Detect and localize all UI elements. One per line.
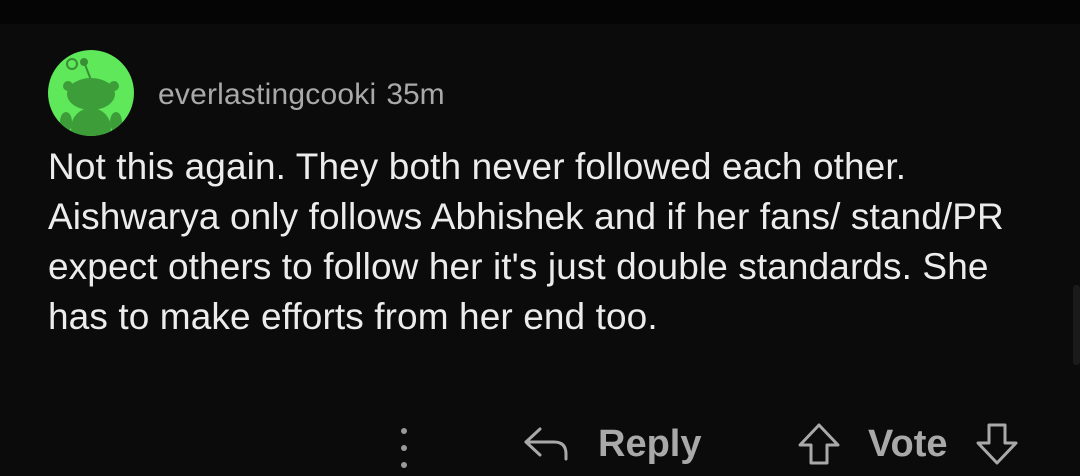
comment-body: Not this again. They both never followed… bbox=[48, 146, 1004, 337]
avatar[interactable] bbox=[48, 50, 134, 136]
snoo-avatar-icon bbox=[60, 58, 122, 136]
scrollbar[interactable] bbox=[1073, 285, 1080, 365]
more-options-button[interactable] bbox=[392, 428, 416, 468]
reply-button[interactable]: Reply bbox=[522, 420, 701, 468]
comment-card: everlastingcooki 35m Not this again. The… bbox=[0, 24, 1080, 476]
downvote-arrow-icon[interactable] bbox=[974, 421, 1020, 467]
comment-actions: Reply Vote bbox=[0, 414, 1080, 474]
ellipsis-dot bbox=[401, 462, 407, 468]
vote-group: Vote bbox=[796, 418, 1020, 470]
reply-arrow-icon bbox=[522, 425, 570, 463]
comment-age: 35m bbox=[386, 78, 445, 111]
top-strip bbox=[0, 0, 1080, 24]
username[interactable]: everlastingcooki bbox=[158, 78, 376, 112]
vote-label: Vote bbox=[868, 422, 948, 465]
upvote-arrow-icon[interactable] bbox=[796, 421, 842, 467]
ellipsis-dot bbox=[401, 445, 407, 451]
reply-label: Reply bbox=[598, 422, 702, 465]
author-row: everlastingcooki 35m bbox=[158, 78, 445, 112]
comment-header: everlastingcooki 35m bbox=[48, 50, 445, 136]
vertical-ellipsis-icon bbox=[401, 428, 407, 434]
